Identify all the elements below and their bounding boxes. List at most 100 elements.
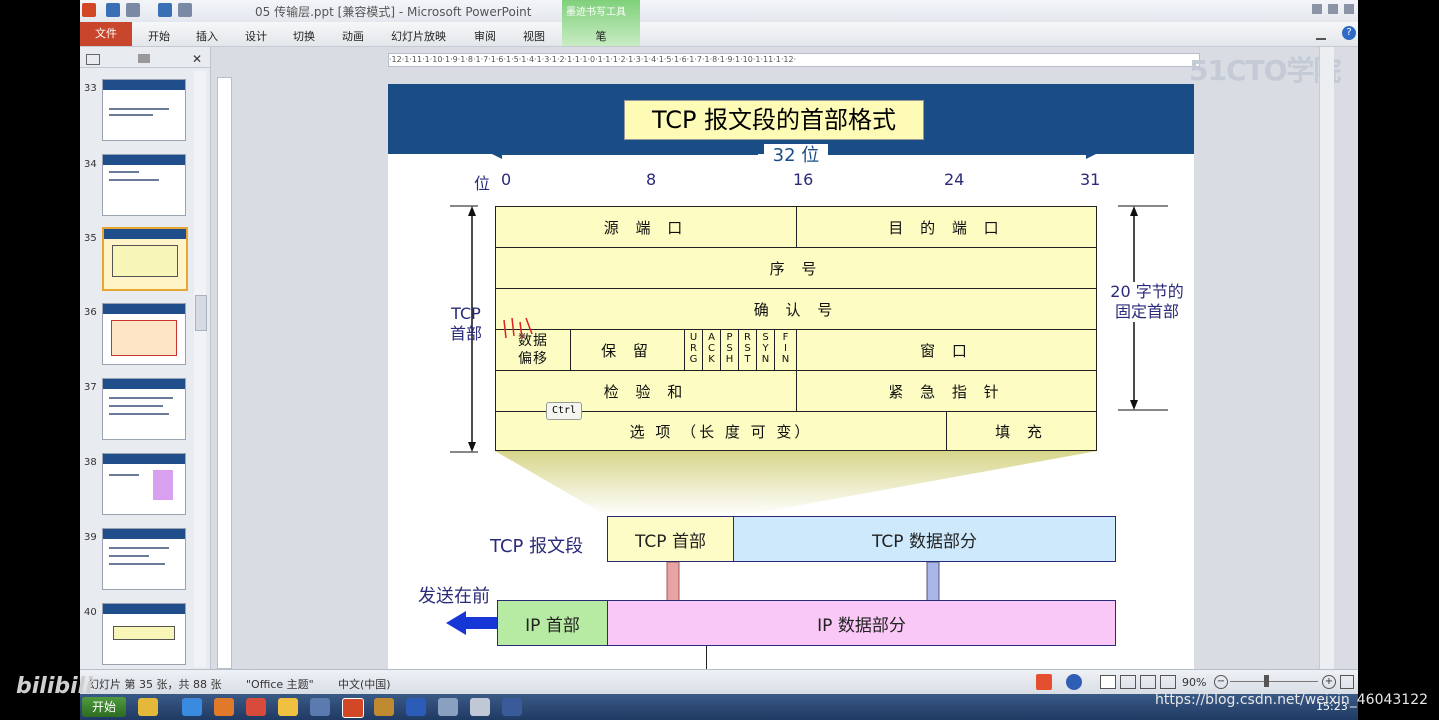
flag-ack: ACK: [702, 329, 721, 371]
taskbar-app-icon[interactable]: [246, 698, 266, 716]
tcp-segment-label: TCP 报文段: [490, 536, 584, 557]
flag-syn: SYN: [756, 329, 775, 371]
slide-thumbnail[interactable]: [102, 528, 186, 590]
bit-tick: 24: [944, 170, 965, 189]
flag-rst: RST: [738, 329, 757, 371]
fit-to-window-icon[interactable]: [1340, 675, 1354, 689]
ink-tools-group-label: 墨迹书写工具: [566, 7, 626, 18]
powerpoint-app-icon[interactable]: [82, 3, 96, 17]
vertical-scrollbar[interactable]: [1319, 47, 1334, 669]
powerpoint-window: 05 传输层.ppt [兼容模式] - Microsoft PowerPoint…: [80, 0, 1358, 720]
slide-title: TCP 报文段的首部格式: [624, 100, 924, 140]
flag-psh-label: PSH: [725, 332, 734, 365]
tab-animations[interactable]: 动画: [342, 28, 364, 44]
tab-review[interactable]: 审阅: [474, 28, 496, 44]
slide-thumbnail[interactable]: [102, 453, 186, 515]
thumbnail-number: 34: [84, 159, 97, 170]
tab-design[interactable]: 设计: [245, 28, 267, 44]
slide-thumbnail[interactable]: [102, 303, 186, 365]
slide-thumbnail-selected[interactable]: [102, 227, 188, 291]
ribbon-tabs: 开始 插入 设计 切换 动画 幻灯片放映 审阅 视图 ?: [80, 22, 1358, 47]
slide-sorter-icon[interactable]: [1120, 675, 1136, 689]
status-bar: 幻灯片 第 35 张，共 88 张 "Office 主题" 中文(中国) 90%…: [80, 669, 1358, 694]
tab-transitions[interactable]: 切换: [293, 28, 315, 44]
taskbar-app-icon[interactable]: [470, 698, 490, 716]
slide-editing-area: ·12·1·11·1·10·1·9·1·8·1·7·1·6·1·5·1·4·1·…: [211, 47, 1341, 669]
zoom-in-icon[interactable]: +: [1322, 675, 1336, 689]
zoom-out-icon[interactable]: −: [1214, 675, 1228, 689]
ip-header-block: IP 首部: [497, 600, 608, 646]
taskbar-app-icon[interactable]: [182, 698, 202, 716]
tab-slideshow[interactable]: 幻灯片放映: [391, 28, 446, 44]
window-field: 窗 口: [796, 329, 1097, 371]
dst-port-field: 目 的 端 口: [796, 206, 1097, 248]
zoom-slider-thumb[interactable]: [1264, 675, 1269, 687]
ink-tools-context-tab[interactable]: 墨迹书写工具 笔: [562, 0, 640, 46]
theme-status[interactable]: "Office 主题": [246, 676, 314, 692]
thumbnail-number: 33: [84, 83, 97, 94]
flag-ack-label: ACK: [708, 332, 715, 365]
slide-thumbnail[interactable]: [102, 603, 186, 665]
tab-insert[interactable]: 插入: [196, 28, 218, 44]
padding-field: 填 充: [946, 411, 1097, 451]
taskbar-app-icon[interactable]: [502, 698, 522, 716]
slide-thumbnail[interactable]: [102, 378, 186, 440]
close-panel-icon[interactable]: ✕: [192, 52, 202, 66]
slide-canvas[interactable]: TCP 报文段的首部格式 32 位 位 0 8 16 24 31 TCP 首部 …: [388, 84, 1194, 669]
slide-count-status[interactable]: 幻灯片 第 35 张，共 88 张: [88, 676, 221, 692]
taskbar-word-icon[interactable]: [406, 698, 426, 716]
tab-file[interactable]: 文件: [80, 22, 132, 46]
fixed-header-side-label: 20 字节的 固定首部: [1100, 282, 1194, 322]
reading-view-icon[interactable]: [1140, 675, 1156, 689]
slideshow-view-icon[interactable]: [1160, 675, 1176, 689]
taskbar-app-icon[interactable]: [438, 698, 458, 716]
panel-tabs: ✕: [80, 51, 210, 68]
flag-syn-label: SYN: [761, 332, 770, 365]
scrollbar-thumb[interactable]: [195, 295, 207, 331]
ribbon-collapse-icon[interactable]: [1316, 28, 1326, 40]
thumbnail-number: 37: [84, 382, 97, 393]
tab-view[interactable]: 视图: [523, 28, 545, 44]
slide-thumbnail[interactable]: [102, 79, 186, 141]
start-button[interactable]: 开始: [82, 697, 126, 717]
tab-home[interactable]: 开始: [148, 28, 170, 44]
thumbnail-number: 39: [84, 532, 97, 543]
minimize-icon[interactable]: [1312, 4, 1322, 14]
tcp-data-block: TCP 数据部分: [733, 516, 1116, 562]
normal-view-icon[interactable]: [1100, 675, 1116, 689]
slide-thumbnail[interactable]: [102, 154, 186, 216]
zoom-slider[interactable]: [1230, 681, 1318, 682]
send-direction-arrow: [446, 611, 500, 635]
taskbar-app-icon[interactable]: [310, 698, 330, 716]
taskbar-app-icon[interactable]: [138, 698, 158, 716]
taskbar-app-icon[interactable]: [278, 698, 298, 716]
close-icon[interactable]: [1344, 4, 1354, 14]
customize-toolbar-icon[interactable]: [178, 3, 192, 17]
taskbar-app-icon[interactable]: [214, 698, 234, 716]
urgent-pointer-field: 紧 急 指 针: [796, 370, 1097, 412]
feedback-icon[interactable]: [1036, 674, 1052, 690]
video-letterbox-right: [1358, 0, 1439, 720]
src-port-field: 源 端 口: [495, 206, 797, 248]
tab-pens[interactable]: 笔: [562, 28, 640, 44]
language-status[interactable]: 中文(中国): [338, 676, 391, 692]
tcp-header-block: TCP 首部: [607, 516, 734, 562]
brand-watermark: 51CTO学院: [1189, 54, 1341, 87]
zoom-level[interactable]: 90%: [1182, 676, 1206, 689]
undo-icon[interactable]: [126, 3, 140, 17]
thumbnail-number: 36: [84, 307, 97, 318]
save-icon[interactable]: [106, 3, 120, 17]
flag-urg: URG: [684, 329, 703, 371]
help-status-icon[interactable]: [1066, 674, 1082, 690]
redo-icon[interactable]: [158, 3, 172, 17]
taskbar-powerpoint-icon[interactable]: [342, 698, 364, 718]
slides-tab-icon[interactable]: [86, 54, 100, 65]
thumbnail-number: 35: [84, 233, 97, 244]
restore-icon[interactable]: [1328, 4, 1338, 14]
outline-tab-icon[interactable]: [138, 54, 150, 63]
thumbnail-number: 40: [84, 607, 97, 618]
thumbnail-scrollbar[interactable]: [194, 71, 207, 667]
help-icon[interactable]: ?: [1342, 26, 1356, 40]
title-bar: 05 传输层.ppt [兼容模式] - Microsoft PowerPoint: [80, 0, 1358, 22]
taskbar-app-icon[interactable]: [374, 698, 394, 716]
